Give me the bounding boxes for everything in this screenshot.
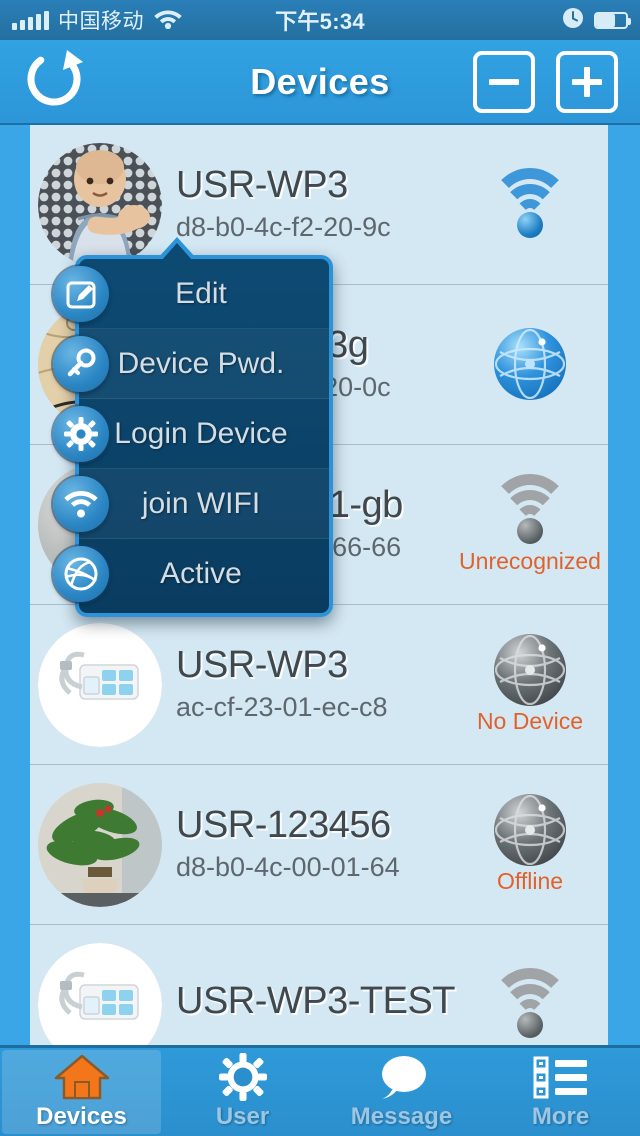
device-mac: ac-cf-23-01-ec-c8: [176, 691, 388, 722]
wifi-signal-icon: [487, 968, 573, 1040]
status-badge: Unrecognized: [459, 548, 601, 574]
device-mac: d8-b0-4c-00-01-64: [176, 851, 400, 882]
device-status: Offline: [466, 794, 594, 895]
menu-item-label: Login Device: [114, 416, 288, 450]
avatar[interactable]: [38, 782, 162, 907]
gear-icon: [218, 1053, 267, 1101]
device-name: USR-123456: [176, 804, 391, 847]
refresh-icon: [23, 48, 85, 115]
menu-item-label: Device Pwd.: [117, 346, 285, 380]
table-row[interactable]: USR-WP3-TEST: [30, 925, 608, 1045]
page-title: Devices: [250, 60, 390, 102]
home-icon: [54, 1053, 110, 1101]
globe-network-icon: [494, 794, 566, 866]
status-badge: Offline: [496, 868, 564, 894]
menu-item-join-wifi[interactable]: join WIFI: [53, 469, 329, 539]
device-status: [466, 968, 594, 1042]
device-context-menu[interactable]: Edit Device Pwd. Login Device join WIFI …: [53, 237, 333, 617]
device-info: USR-WP3 d8-b0-4c-f2-20-9c: [162, 164, 466, 243]
menu-item-device-pwd[interactable]: Device Pwd.: [53, 329, 329, 399]
device-mac: d8-b0-4c-f2-20-9c: [176, 211, 391, 242]
refresh-button[interactable]: [22, 50, 86, 114]
clock-label: 下午5:34: [275, 9, 365, 34]
popup-arrow: [157, 237, 197, 260]
app-screen: 中国移动 下午5:34 Devices USR-WP3 d8-b0-4c-f2-…: [0, 0, 640, 1136]
signal-bars-icon: [12, 10, 49, 30]
tab-label: Devices: [36, 1103, 127, 1130]
device-name: USR-WP3-TEST: [176, 980, 456, 1023]
key-icon: [53, 335, 109, 392]
carrier-label: 中国移动: [58, 10, 144, 33]
menu-item-label: Edit: [175, 276, 227, 310]
device-info: USR-WP3-TEST: [162, 980, 466, 1028]
clock-icon: [562, 7, 584, 34]
status-badge: No Device: [476, 708, 584, 734]
battery-icon: [594, 11, 631, 29]
device-status: No Device: [466, 634, 594, 735]
device-status: [466, 327, 594, 402]
menu-item-active[interactable]: Active: [53, 539, 329, 609]
table-row[interactable]: USR-WP3 ac-cf-23-01-ec-c8 No Device: [30, 605, 608, 765]
tab-user[interactable]: User: [163, 1048, 322, 1136]
tab-message[interactable]: Message: [322, 1048, 481, 1136]
avatar[interactable]: [38, 622, 162, 747]
tab-devices[interactable]: Devices: [2, 1050, 161, 1134]
device-name: USR-WP3: [176, 644, 348, 687]
plus-icon: [572, 66, 602, 97]
menu-item-label: Active: [160, 557, 242, 590]
tab-more[interactable]: More: [481, 1048, 640, 1136]
list-icon: [533, 1053, 589, 1101]
wifi-signal-icon: [487, 167, 573, 240]
status-bar: 中国移动 下午5:34: [0, 0, 640, 40]
gear-icon: [53, 405, 109, 462]
tab-label: More: [531, 1103, 590, 1130]
device-status: [466, 167, 594, 242]
tab-bar: Devices User Message More: [0, 1045, 640, 1136]
menu-item-login-device[interactable]: Login Device: [53, 399, 329, 469]
device-info: USR-123456 d8-b0-4c-00-01-64: [162, 804, 466, 883]
globe-network-icon: [494, 327, 566, 400]
minus-icon: [489, 78, 519, 85]
status-bar-right: [562, 7, 631, 34]
table-row[interactable]: USR-123456 d8-b0-4c-00-01-64 Offline: [30, 765, 608, 925]
globe-network-icon: [494, 634, 566, 706]
chat-bubble-icon: [376, 1053, 428, 1101]
device-name: USR-WP3: [176, 164, 348, 207]
tab-label: User: [215, 1103, 270, 1130]
tab-label: Message: [350, 1103, 453, 1130]
edit-pencil-icon: [53, 265, 109, 322]
device-status: Unrecognized: [459, 474, 601, 575]
device-info: USR-WP3 ac-cf-23-01-ec-c8: [162, 644, 466, 723]
remove-device-button[interactable]: [473, 50, 535, 113]
avatar[interactable]: [38, 142, 162, 267]
ball-icon: [53, 546, 109, 602]
wifi-signal-icon: [487, 474, 573, 546]
wifi-icon: [53, 475, 109, 532]
wifi-icon: [153, 7, 183, 34]
menu-item-edit[interactable]: Edit: [53, 259, 329, 329]
nav-bar: Devices: [0, 40, 640, 125]
menu-item-label: join WIFI: [141, 486, 261, 520]
avatar[interactable]: [38, 943, 162, 1045]
status-bar-left: 中国移动: [12, 5, 183, 35]
add-device-button[interactable]: [556, 50, 618, 113]
